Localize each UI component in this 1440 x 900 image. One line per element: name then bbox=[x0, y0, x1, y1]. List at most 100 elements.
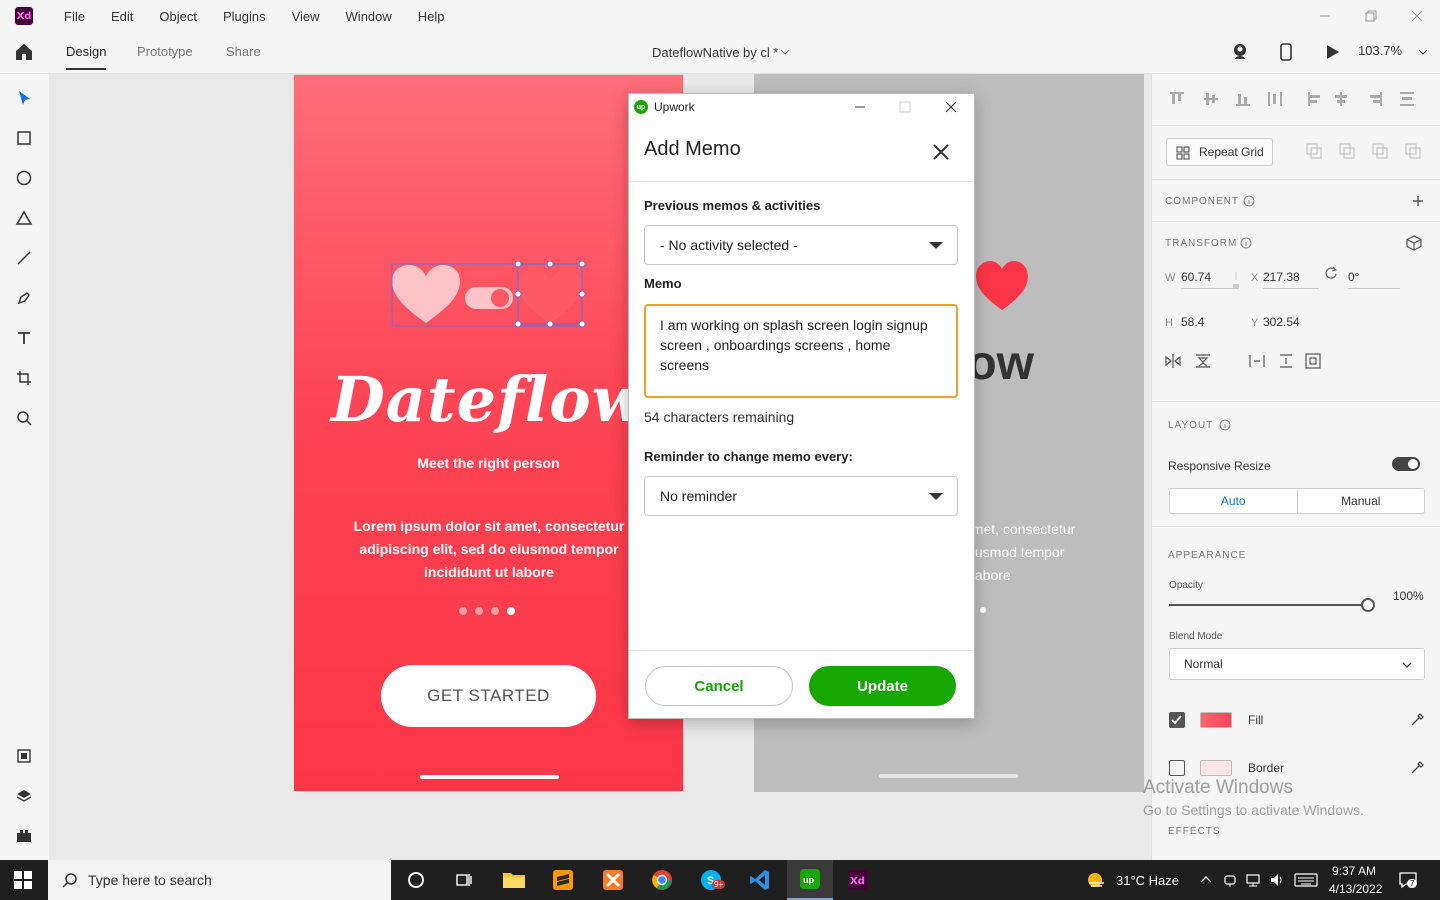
cortana-button[interactable] bbox=[401, 865, 431, 895]
svg-text:Xd: Xd bbox=[850, 876, 865, 887]
opacity-slider-thumb[interactable] bbox=[1361, 598, 1375, 612]
menu-view[interactable]: View bbox=[279, 9, 333, 24]
artboard-tool[interactable] bbox=[14, 368, 34, 388]
ellipse-tool[interactable] bbox=[14, 168, 34, 188]
notifications-button[interactable]: 7 bbox=[1398, 871, 1418, 889]
dialog-close-button[interactable] bbox=[929, 140, 953, 164]
plugins-button[interactable] bbox=[14, 826, 34, 846]
vscode-app[interactable] bbox=[745, 865, 775, 895]
memo-textarea[interactable]: I am working on splash screen login sign… bbox=[644, 304, 958, 398]
tab-design[interactable]: Design bbox=[66, 44, 107, 70]
manual-option[interactable]: Manual bbox=[1298, 489, 1425, 513]
home-indicator bbox=[879, 774, 1018, 778]
design-canvas[interactable]: Dateflow Meet the right person Lorem ips… bbox=[49, 74, 1151, 860]
boolean-ops-icons bbox=[1306, 143, 1421, 159]
fill-color-swatch[interactable] bbox=[1200, 712, 1232, 728]
opacity-label: Opacity bbox=[1169, 580, 1203, 591]
fill-eyedropper-button[interactable] bbox=[1408, 711, 1426, 729]
zoom-level[interactable]: 103.7% bbox=[1358, 43, 1402, 58]
update-button[interactable]: Update bbox=[809, 666, 956, 706]
upwork-app-active[interactable]: up bbox=[787, 860, 833, 900]
xampp-app[interactable] bbox=[598, 865, 628, 895]
menu-edit[interactable]: Edit bbox=[98, 9, 146, 24]
assets-icon bbox=[17, 749, 31, 763]
memo-label: Memo bbox=[644, 276, 682, 291]
intro-line: amet, consectetur bbox=[964, 521, 1076, 537]
dialog-titlebar: up Upwork bbox=[629, 94, 974, 120]
page-indicator bbox=[459, 607, 515, 615]
select-tool[interactable] bbox=[14, 88, 34, 108]
eyedropper-icon bbox=[1411, 761, 1424, 774]
text-tool[interactable] bbox=[14, 328, 34, 348]
document-title[interactable]: DateflowNative by cl * bbox=[652, 45, 778, 60]
align-icons bbox=[1170, 92, 1414, 106]
close-window-button[interactable] bbox=[1394, 0, 1440, 32]
pen-tool[interactable] bbox=[14, 288, 34, 308]
responsive-resize-toggle[interactable] bbox=[1392, 457, 1420, 471]
checkmark-icon bbox=[1171, 715, 1182, 725]
border-eyedropper-button[interactable] bbox=[1408, 759, 1426, 777]
y-field[interactable]: 302.54 bbox=[1263, 315, 1319, 333]
layers-button[interactable] bbox=[14, 786, 34, 806]
heart-icon bbox=[976, 261, 1028, 310]
play-preview-button[interactable] bbox=[1322, 42, 1342, 62]
taskbar-search-box[interactable]: Type here to search bbox=[48, 860, 391, 900]
device-preview-button[interactable] bbox=[1276, 42, 1296, 62]
menu-plugins[interactable]: Plugins bbox=[210, 9, 279, 24]
share-user-button[interactable] bbox=[1230, 42, 1250, 62]
polygon-tool[interactable] bbox=[14, 208, 34, 228]
cancel-button[interactable]: Cancel bbox=[645, 666, 793, 706]
skype-app[interactable]: S 9+ bbox=[696, 865, 726, 895]
menu-object[interactable]: Object bbox=[146, 9, 210, 24]
weather-text[interactable]: 31°C Haze bbox=[1116, 860, 1179, 900]
rectangle-tool[interactable] bbox=[14, 128, 34, 148]
close-icon bbox=[945, 101, 957, 113]
sublime-text-app[interactable] bbox=[548, 865, 578, 895]
border-checkbox[interactable] bbox=[1169, 760, 1185, 776]
minimize-window-button[interactable] bbox=[1302, 0, 1348, 32]
border-color-swatch[interactable] bbox=[1200, 760, 1232, 776]
clock-date[interactable]: 4/13/2022 bbox=[1329, 881, 1382, 897]
menu-file[interactable]: File bbox=[51, 9, 98, 24]
weather-icon bbox=[1088, 873, 1104, 887]
repeat-grid-button[interactable]: Repeat Grid bbox=[1166, 138, 1273, 166]
rotation-field[interactable]: 0° bbox=[1348, 270, 1400, 289]
menu-window[interactable]: Window bbox=[333, 9, 405, 24]
opacity-slider-track bbox=[1169, 604, 1361, 606]
adobe-xd-app[interactable]: Xd bbox=[843, 865, 873, 895]
file-explorer-app[interactable] bbox=[499, 865, 529, 895]
dialog-header: Add Memo bbox=[629, 120, 974, 182]
dialog-maximize-button[interactable] bbox=[890, 94, 920, 120]
reminder-select[interactable]: No reminder bbox=[644, 476, 958, 516]
line-tool[interactable] bbox=[14, 248, 34, 268]
dialog-minimize-button[interactable] bbox=[845, 94, 875, 120]
blend-mode-label: Blend Mode bbox=[1169, 631, 1223, 642]
menu-help[interactable]: Help bbox=[405, 9, 458, 24]
fill-checkbox[interactable] bbox=[1169, 712, 1185, 728]
height-field[interactable]: 58.4 bbox=[1181, 315, 1237, 333]
get-started-button[interactable]: GET STARTED bbox=[381, 665, 596, 727]
3d-transform-button[interactable] bbox=[1405, 234, 1423, 252]
previous-activity-select[interactable]: - No activity selected - bbox=[644, 225, 958, 265]
blend-mode-select[interactable]: Normal bbox=[1169, 648, 1425, 680]
home-button[interactable] bbox=[14, 42, 34, 62]
document-assets-button[interactable] bbox=[14, 746, 34, 766]
windows-taskbar: Type here to search S 9+ up Xd 31°C Haze… bbox=[0, 860, 1440, 900]
chrome-app[interactable] bbox=[647, 865, 677, 895]
tab-prototype[interactable]: Prototype bbox=[137, 44, 193, 59]
opacity-value[interactable]: 100% bbox=[1393, 589, 1424, 603]
zoom-tool[interactable] bbox=[14, 408, 34, 428]
add-component-button[interactable] bbox=[1409, 192, 1427, 210]
width-field[interactable]: 60.74 bbox=[1181, 270, 1237, 289]
restore-window-button[interactable] bbox=[1348, 0, 1394, 32]
auto-option[interactable]: Auto bbox=[1170, 489, 1298, 513]
network-icon bbox=[1246, 874, 1260, 887]
tab-share[interactable]: Share bbox=[226, 44, 261, 59]
start-button[interactable] bbox=[14, 871, 32, 889]
x-field[interactable]: 217.38 bbox=[1263, 270, 1319, 289]
task-view-button[interactable] bbox=[449, 865, 479, 895]
clock-time[interactable]: 9:37 AM bbox=[1332, 863, 1376, 879]
artboard-splash[interactable]: Dateflow Meet the right person Lorem ips… bbox=[293, 74, 684, 792]
dialog-close-window-button[interactable] bbox=[936, 94, 966, 120]
minimize-icon bbox=[855, 106, 865, 108]
